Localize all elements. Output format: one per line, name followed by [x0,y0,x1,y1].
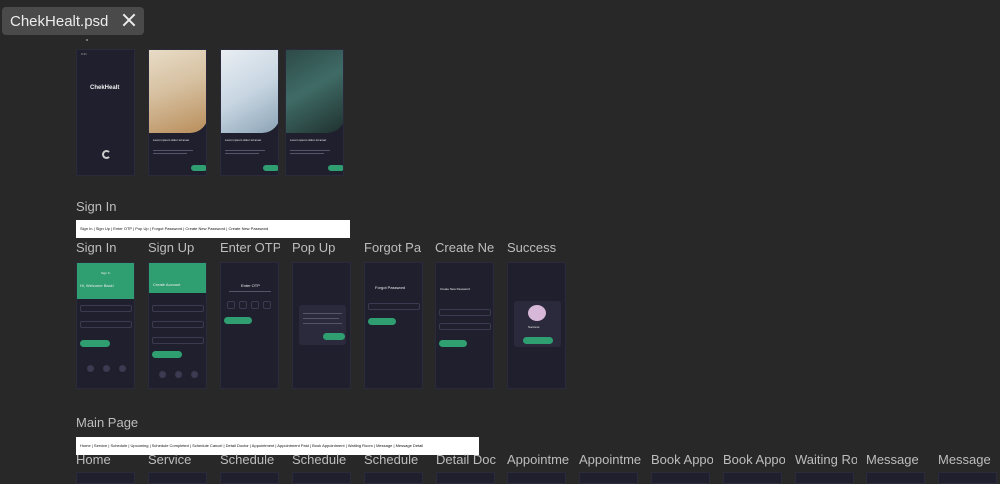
close-icon[interactable] [122,13,136,27]
otp-screen[interactable]: Enter OTP [220,262,279,389]
signup-button[interactable] [152,351,182,358]
next-button[interactable] [191,165,206,171]
popup-ok-button[interactable] [323,333,345,340]
waiting-room-screen[interactable] [795,472,854,484]
frame-label-schedule-1: Schedule [220,452,275,467]
frame-label-signup: Sign Up [148,240,195,255]
confirm-password-field[interactable] [439,323,491,330]
frame-label-book-2: Book Appo [723,452,785,467]
onboarding-title: Lorem ipsum dolor sit amet [225,138,262,142]
schedule-completed-screen[interactable] [292,472,351,484]
book-appointment-screen-1[interactable] [651,472,710,484]
next-button[interactable] [263,165,278,171]
signin-flow-label: Sign In | Sign Up | Enter OTP | Pop Up |… [76,220,350,238]
frame-label-home: Home [76,452,111,467]
onboarding-title: Lorem ipsum dolor sit amet [153,138,190,142]
section-title-signin: Sign In [76,199,117,214]
message-screen[interactable] [866,472,925,484]
success-icon [528,305,546,321]
next-button[interactable] [328,165,343,171]
apple-icon[interactable] [175,371,182,378]
apple-icon[interactable] [103,365,110,372]
document-tab[interactable]: ChekHealt.psd [2,7,144,35]
welcome-text: Hi, Welcome Back! [80,283,114,288]
frame-label-book-1: Book Appo [651,452,713,467]
loading-icon [102,150,111,159]
new-password-field[interactable] [439,309,491,316]
send-button[interactable] [368,318,396,325]
frame-label-appointment-2: Appointme [579,452,641,467]
verify-button[interactable] [224,317,252,324]
frame-label-otp: Enter OTP [220,240,280,255]
frame-label-message-detail: Message [938,452,991,467]
onboarding-screen-2[interactable]: Lorem ipsum dolor sit amet [220,49,279,176]
frame-label-waiting-room: Waiting Ro [795,452,857,467]
otp-digit[interactable] [227,301,235,309]
google-icon[interactable] [159,371,166,378]
schedule-upcoming-screen[interactable] [220,472,279,484]
splash-screen[interactable]: 9:41 ChekHealt [76,49,135,176]
signup-screen[interactable]: Create Account [148,262,207,389]
appointment-screen[interactable] [507,472,566,484]
onboarding-title: Lorem ipsum dolor sit amet [290,138,327,142]
frame-label-appointment-1: Appointme [507,452,570,467]
frame-label-detail-doctor: Detail Doc [436,452,496,467]
service-screen[interactable] [148,472,207,484]
home-screen[interactable] [76,472,135,484]
email-field[interactable] [80,305,132,312]
frame-label-schedule-3: Schedule [364,452,419,467]
otp-digit[interactable] [251,301,259,309]
google-icon[interactable] [87,365,94,372]
onboarding-screen-3[interactable]: Lorem ipsum dolor sit amet [285,49,344,176]
splash-logo: ChekHealt [90,85,120,91]
onboarding-screen-1[interactable]: Lorem ipsum dolor sit amet [148,49,207,176]
frame-label-signin: Sign In [76,240,117,255]
frame-label-success: Success [507,240,557,255]
onboarding-image [149,50,206,133]
continue-button[interactable] [523,337,553,344]
onboarding-image [286,50,343,133]
save-password-button[interactable] [439,340,467,347]
frame-label-schedule-2: Schedule [292,452,347,467]
facebook-icon[interactable] [119,365,126,372]
signin-screen[interactable]: Sign In Hi, Welcome Back! [76,262,135,389]
otp-digit[interactable] [263,301,271,309]
otp-digit[interactable] [239,301,247,309]
message-detail-screen[interactable] [938,472,997,484]
section-title-main: Main Page [76,415,139,430]
password-field[interactable] [80,321,132,328]
detail-doctor-screen[interactable] [436,472,495,484]
email-field[interactable] [152,321,204,328]
onboarding-image [221,50,278,133]
frame-label-message: Message [866,452,919,467]
forgot-password-screen[interactable]: Forgot Password [364,262,423,389]
signin-button[interactable] [80,340,110,347]
frame-label-forgot: Forgot Pa [364,240,422,255]
canvas-dot [86,39,88,41]
schedule-cancel-screen[interactable] [364,472,423,484]
frame-label-popup: Pop Up [292,240,336,255]
password-field[interactable] [152,337,204,344]
facebook-icon[interactable] [191,371,198,378]
success-screen[interactable]: Success [507,262,566,389]
create-password-screen[interactable]: Create New Password [435,262,494,389]
popup-screen[interactable] [292,262,351,389]
frame-label-service: Service [148,452,192,467]
appointment-paid-screen[interactable] [579,472,638,484]
document-tab-title: ChekHealt.psd [10,12,109,30]
frame-label-create: Create Ne [435,240,495,255]
book-appointment-screen-2[interactable] [723,472,782,484]
email-field[interactable] [368,303,420,310]
name-field[interactable] [152,305,204,312]
